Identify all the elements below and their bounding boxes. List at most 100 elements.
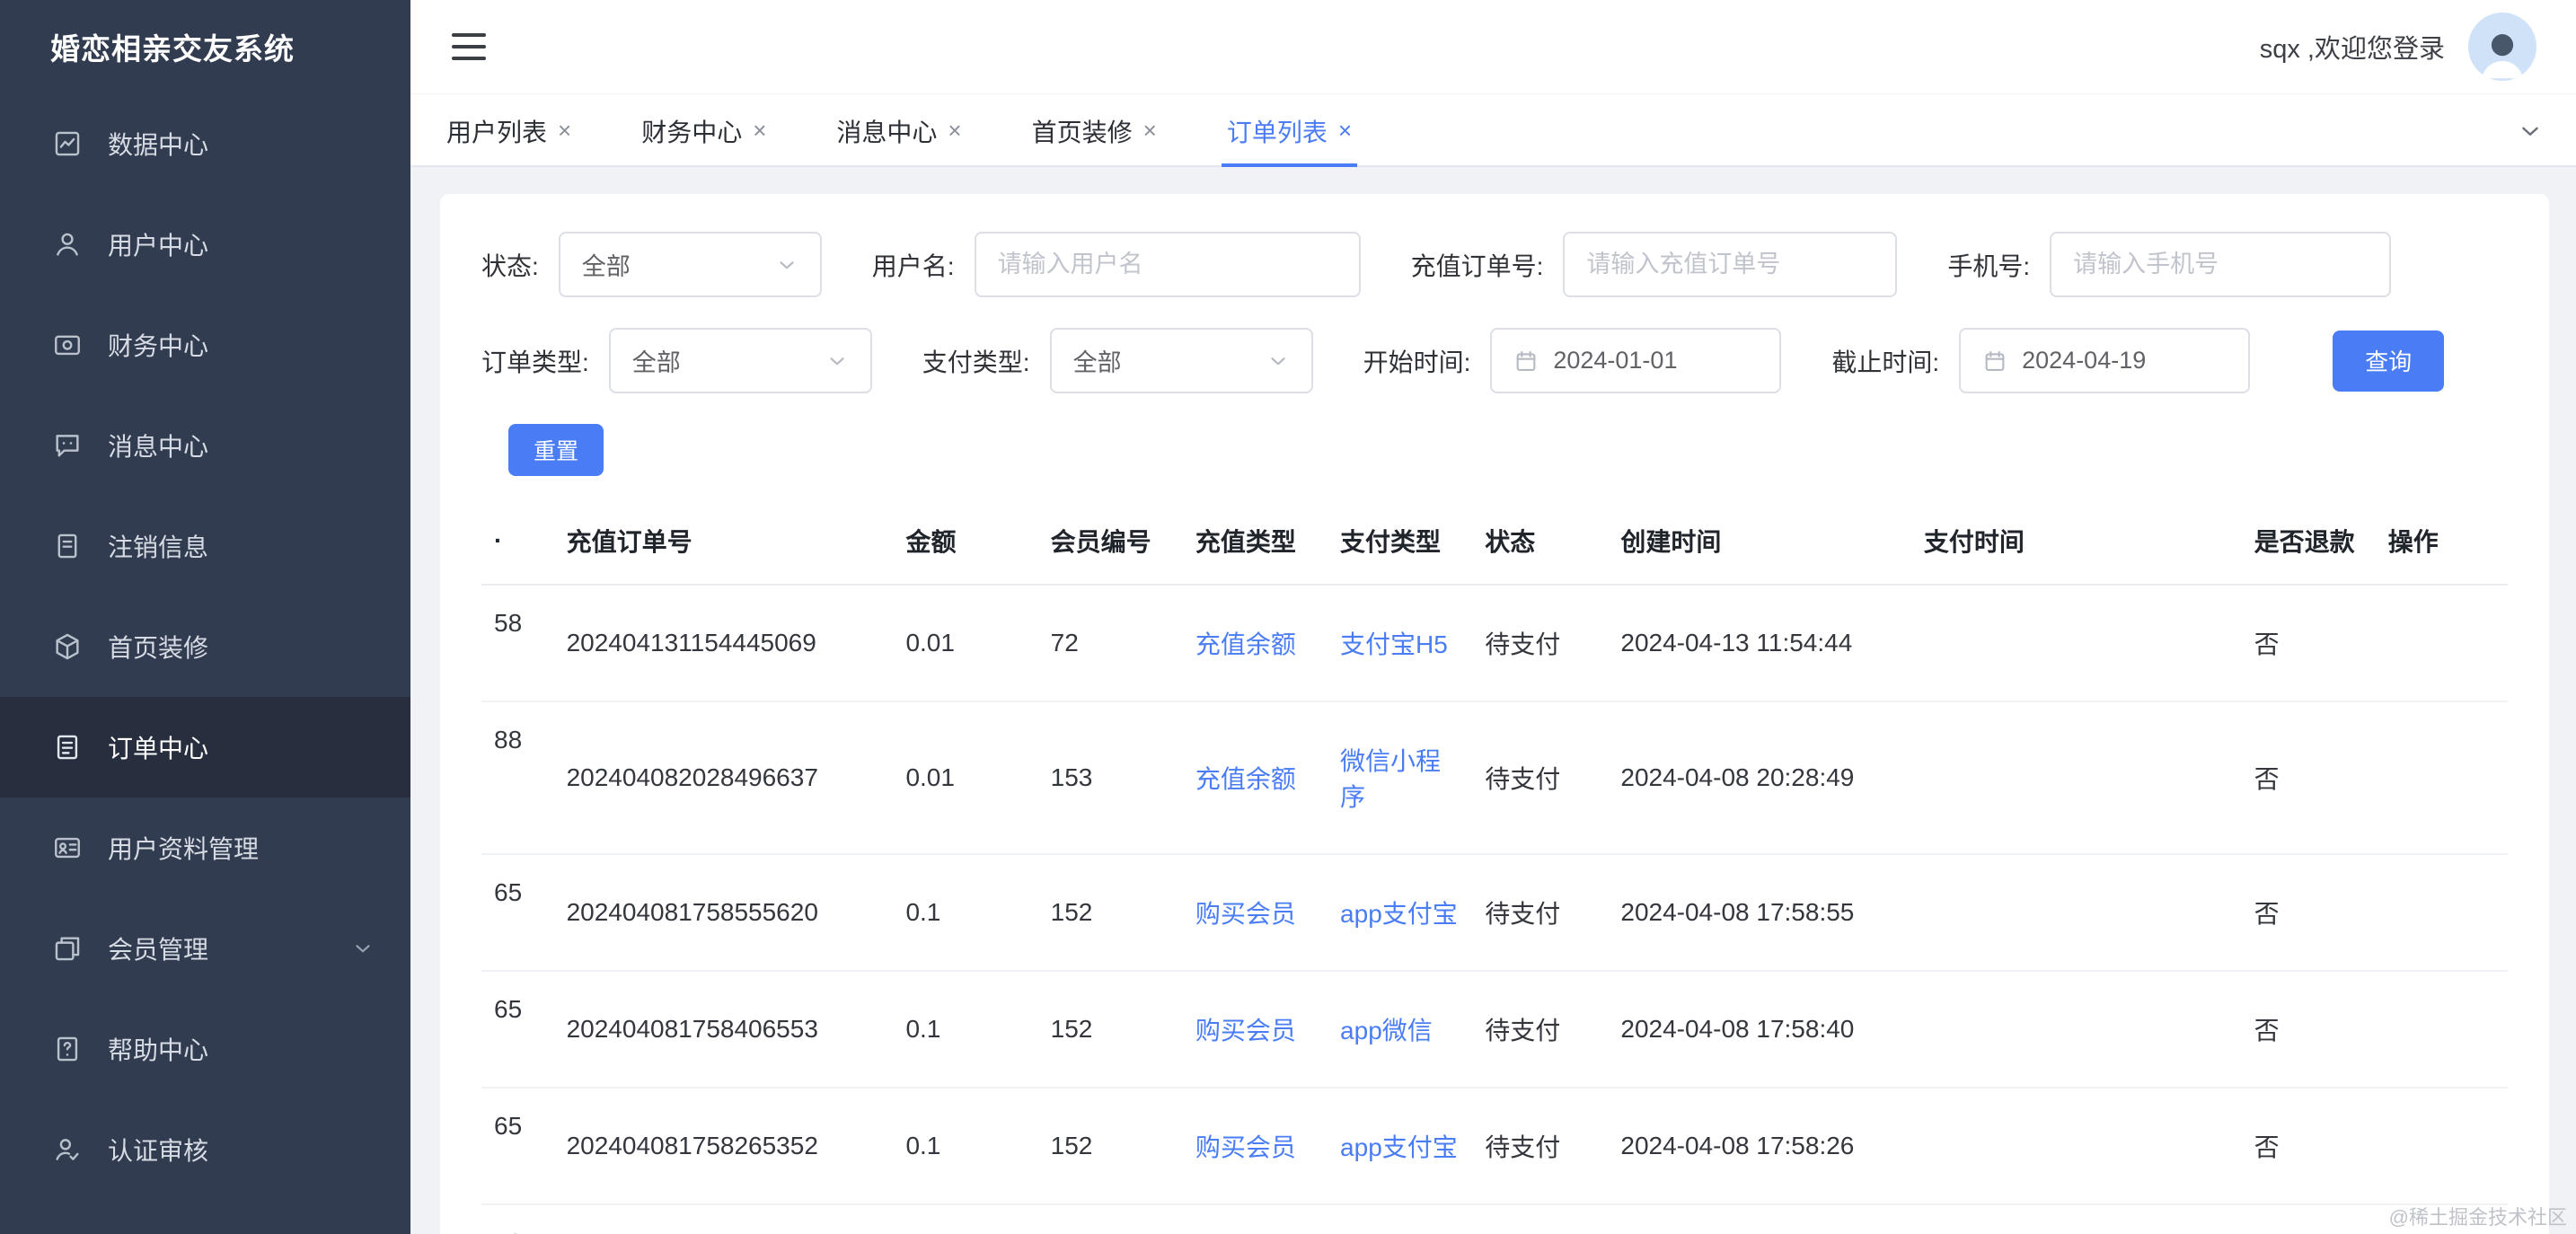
- cell-created: 2024-04-08 20:28:49: [1608, 701, 1911, 855]
- tabs-collapse-icon[interactable]: [2484, 94, 2576, 167]
- tab-close-icon[interactable]: ×: [1338, 117, 1352, 145]
- cell-paid: 2024-02-04 14:16:29: [1910, 1204, 2242, 1234]
- username-input[interactable]: [974, 232, 1361, 297]
- username-filter: 用户名:: [872, 232, 1361, 297]
- status-label: 状态:: [481, 251, 539, 280]
- sidebar-item-help-center[interactable]: 帮助中心: [0, 999, 410, 1099]
- pay-type-label: 支付类型:: [922, 348, 1030, 376]
- cell-pay_type: app支付宝: [1328, 1088, 1473, 1205]
- end-date-input[interactable]: 2024-04-19: [1959, 328, 2251, 393]
- phone-input[interactable]: [2050, 232, 2392, 297]
- column-header: 金额: [893, 498, 1038, 586]
- cell-member_id: 152: [1037, 971, 1183, 1089]
- order-center-icon: [52, 732, 83, 762]
- tab-close-icon[interactable]: ×: [1143, 117, 1157, 145]
- data-center-icon: [52, 128, 83, 159]
- cell-status: 待支付: [1472, 701, 1609, 855]
- sidebar-item-member-manage[interactable]: 会员管理: [0, 898, 410, 999]
- order-no-input[interactable]: [1563, 232, 1898, 297]
- tab-user-list[interactable]: 用户列表 ×: [441, 94, 577, 167]
- cell-member_id: 153: [1037, 701, 1183, 855]
- tab-home-decor[interactable]: 首页装修 ×: [1027, 94, 1162, 167]
- cell-amount: 0.01: [893, 701, 1038, 855]
- welcome-text: sqx ,欢迎您登录: [2259, 35, 2445, 64]
- cell-created: 2024-04-08 17:58:26: [1608, 1088, 1911, 1205]
- table-row: 162024020414162236500.01135充值余额app支付宝已退款…: [481, 1204, 2508, 1234]
- menu-toggle-icon[interactable]: [452, 33, 486, 60]
- cell-status: 待支付: [1472, 971, 1609, 1089]
- search-button[interactable]: 查询: [2333, 330, 2445, 392]
- profile-manage-icon: [52, 833, 83, 863]
- filter-row-2: 订单类型: 全部 支付类型: 全部 开始时间: 2024-01-01 截止时间:…: [481, 328, 2508, 393]
- username-label: 用户名:: [871, 251, 955, 280]
- column-header: 支付时间: [1910, 498, 2242, 586]
- cell-paid: [1910, 585, 2242, 702]
- cell-order_no: 202404081758406553: [553, 971, 894, 1089]
- tab-close-icon[interactable]: ×: [558, 117, 571, 145]
- sidebar-item-home-decor[interactable]: 首页装修: [0, 596, 410, 697]
- tab-close-icon[interactable]: ×: [948, 117, 961, 145]
- reset-button[interactable]: 重置: [508, 424, 604, 476]
- sidebar-item-label: 认证审核: [108, 1137, 209, 1165]
- cell-refund: 否: [2241, 971, 2376, 1089]
- sidebar-item-user-center[interactable]: 用户中心: [0, 194, 410, 295]
- sidebar-item-profile-manage[interactable]: 用户资料管理: [0, 798, 410, 898]
- chevron-down-icon: [1266, 349, 1290, 373]
- cell-member_id: 135: [1037, 1204, 1183, 1234]
- cell-refund: 否: [2241, 1204, 2376, 1234]
- sidebar-item-label: 订单中心: [108, 735, 209, 762]
- cell-order_no: 202404081758265352: [553, 1088, 894, 1205]
- cell-paid: [1910, 971, 2242, 1089]
- end-date-value: 2024-04-19: [2022, 347, 2147, 374]
- tab-message-center[interactable]: 消息中心 ×: [831, 94, 966, 167]
- cell-status: 待支付: [1472, 854, 1609, 972]
- cell-pay_type: 微信小程序: [1328, 701, 1473, 855]
- sidebar-item-finance-center[interactable]: 财务中心: [0, 295, 410, 395]
- sidebar-item-message-center[interactable]: 消息中心: [0, 395, 410, 496]
- cell-recharge_type: 充值余额: [1182, 585, 1328, 702]
- avatar[interactable]: [2468, 13, 2536, 81]
- sidebar-item-logout-info[interactable]: 注销信息: [0, 496, 410, 596]
- cell-action: [2375, 1088, 2508, 1205]
- sidebar-menu: 数据中心用户中心财务中心消息中心 注销信息 首页装修订单中心用户资料管理 会员管理 帮助…: [0, 93, 410, 1200]
- table-row: 65 202404081758406553 0.1 152 购买会员 app微信 待支付 20…: [481, 971, 2508, 1089]
- cell-id: 16: [481, 1204, 554, 1234]
- tab-label: 用户列表: [446, 118, 548, 146]
- column-header: 支付类型: [1328, 498, 1473, 586]
- user-center-icon: [52, 229, 83, 260]
- start-date-input[interactable]: 2024-01-01: [1490, 328, 1782, 393]
- phone-filter: 手机号:: [1947, 232, 2392, 297]
- sidebar-item-order-center[interactable]: 订单中心: [0, 697, 410, 798]
- cell-recharge_type: 购买会员: [1182, 971, 1328, 1089]
- sidebar-item-label: 数据中心: [108, 131, 209, 159]
- cell-paid: [1910, 1088, 2242, 1205]
- cell-pay_type: app支付宝: [1328, 1204, 1473, 1234]
- cell-pay_type: app支付宝: [1328, 854, 1473, 972]
- status-select[interactable]: 全部: [558, 232, 822, 297]
- page-content: 状态: 全部 用户名: 充值订单号:: [410, 167, 2576, 1234]
- order-type-select[interactable]: 全部: [608, 328, 872, 393]
- cell-created: 2024-04-08 17:58:55: [1608, 854, 1911, 972]
- app-root: 婚恋相亲交友系统 数据中心 用户中心 财务中心 消息中心 注销信息 首页装修 订单中心 用户资…: [0, 0, 2576, 1234]
- message-center-icon: [52, 430, 83, 461]
- sidebar-item-label: 财务中心: [108, 332, 209, 360]
- cell-amount: 0.1: [893, 971, 1038, 1089]
- tab-finance-center[interactable]: 财务中心 ×: [636, 94, 772, 167]
- top-header: sqx ,欢迎您登录: [410, 0, 2576, 93]
- pay-type-select[interactable]: 全部: [1049, 328, 1313, 393]
- table-body: 58 202404131154445069 0.01 72 充值余额 支付宝H5 待支付 20…: [481, 585, 2508, 1234]
- tab-label: 订单列表: [1226, 118, 1328, 146]
- sidebar-item-auth-audit[interactable]: 认证审核: [0, 1099, 410, 1200]
- order-type-select-value: 全部: [631, 349, 681, 376]
- cell-id: 88: [481, 701, 554, 855]
- sidebar-item-data-center[interactable]: 数据中心: [0, 93, 410, 194]
- sidebar-item-label: 用户中心: [108, 232, 209, 260]
- tab-order-list[interactable]: 订单列表 ×: [1221, 94, 1358, 167]
- tab-close-icon[interactable]: ×: [753, 117, 766, 145]
- start-time-filter: 开始时间: 2024-01-01: [1363, 328, 1782, 393]
- pay-type-select-value: 全部: [1072, 349, 1122, 376]
- cell-amount: 0.01: [893, 585, 1038, 702]
- chevron-down-icon: [775, 253, 798, 277]
- order-type-label: 订单类型:: [481, 348, 589, 376]
- status-select-value: 全部: [581, 253, 631, 280]
